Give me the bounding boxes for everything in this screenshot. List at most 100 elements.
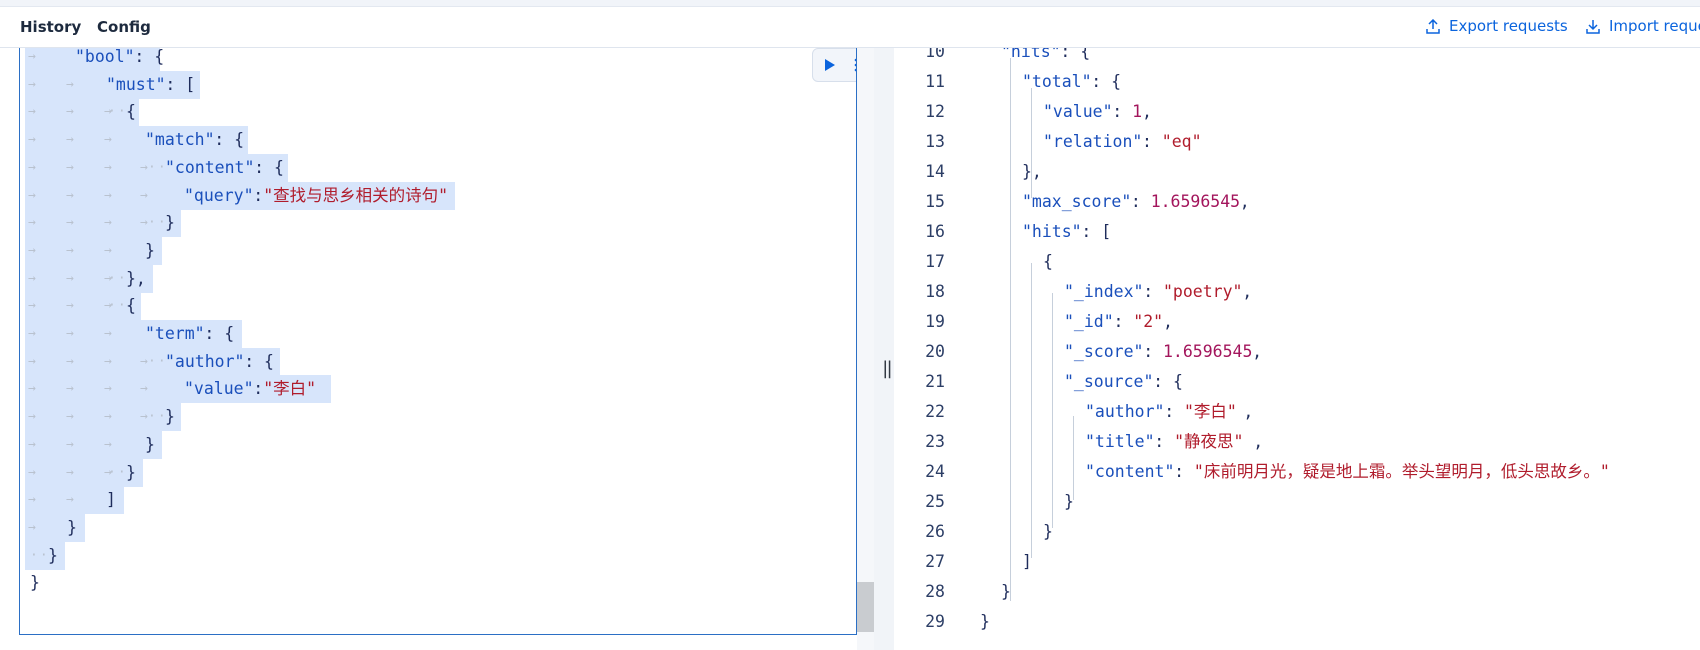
response-token: "author" <box>1085 402 1165 421</box>
response-token: : [ <box>1081 222 1112 241</box>
tab-indent-marker: → <box>28 436 36 452</box>
line-number: 29 <box>925 612 945 631</box>
tab-indent-marker: → <box>28 215 36 231</box>
response-token: { <box>1043 252 1053 271</box>
indent-guide <box>1031 263 1032 558</box>
line-number: 28 <box>925 582 945 601</box>
tab-indent-marker: → <box>66 492 74 508</box>
response-token: : { <box>1091 72 1122 91</box>
response-token: "max_score" <box>1022 192 1132 211</box>
tab-history[interactable]: History <box>20 18 81 36</box>
line-number: 15 <box>925 192 945 211</box>
response-code-line: 28} <box>894 577 1700 607</box>
line-number: 25 <box>925 492 945 511</box>
line-number: 18 <box>925 282 945 301</box>
tab-indent-marker: → <box>104 132 112 148</box>
line-number: 27 <box>925 552 945 571</box>
import-requests-button[interactable]: Import reque <box>1586 17 1700 35</box>
response-code-line: 17 { <box>894 247 1700 277</box>
response-token: : <box>1143 342 1164 361</box>
response-pane: 10 "hits": {11 "total": {12 "value": 1, 13 "r… <box>894 48 1700 650</box>
line-number: 26 <box>925 522 945 541</box>
upload-icon <box>1426 18 1440 34</box>
pane-divider[interactable] <box>874 48 894 650</box>
response-code-line: 15 "max_score": 1.6596545, <box>894 187 1700 217</box>
response-token: : <box>1174 462 1194 481</box>
response-code-line: 13 "relation": "eq" <box>894 127 1700 157</box>
tab-indent-marker: → <box>140 187 148 203</box>
response-token: , <box>1253 432 1264 451</box>
tab-indent-marker: → <box>66 215 74 231</box>
request-code-line: → → → → "query": "查找与思乡相关的诗句" <box>20 181 856 211</box>
response-token: "床前明月光，疑是地上霜。举头望明月，低头思故乡。" <box>1193 462 1610 481</box>
tab-indent-marker: → <box>140 409 148 425</box>
request-code-line: → → → "match": { <box>20 125 856 155</box>
code-token: : [ <box>165 74 196 94</box>
tab-indent-marker: → <box>140 215 148 231</box>
response-code-line: 21 "_source": { <box>894 367 1700 397</box>
tab-indent-marker: → <box>140 159 148 175</box>
export-requests-button[interactable]: Export requests <box>1426 17 1568 35</box>
response-token: 1 <box>1132 102 1143 121</box>
request-code-line: →} <box>20 513 856 543</box>
tab-indent-marker: → <box>28 381 36 397</box>
code-token: { <box>126 102 136 122</box>
line-number: 11 <box>925 72 945 91</box>
tab-indent-marker: → <box>104 353 112 369</box>
line-number: 21 <box>925 372 945 391</box>
response-token: : <box>1143 282 1164 301</box>
request-code-line: → → → ··{ <box>20 97 856 127</box>
space-indent-marker: ·· <box>108 104 128 120</box>
tab-indent-marker: → <box>28 464 36 480</box>
tab-indent-marker: → <box>140 353 148 369</box>
request-code-line: ··} <box>20 541 856 571</box>
request-code-line: → → → → ·· "author": { <box>20 347 856 377</box>
response-token: "total" <box>1022 72 1092 91</box>
tab-indent-marker: → <box>28 132 36 148</box>
response-token: , <box>1252 342 1263 361</box>
tab-indent-marker: → <box>28 519 36 535</box>
response-token: "_index" <box>1064 282 1144 301</box>
response-token: : <box>1142 132 1162 151</box>
line-number: 14 <box>925 162 945 181</box>
code-token: : { <box>244 351 274 371</box>
code-token: "content" <box>165 157 255 177</box>
response-token: , <box>1239 192 1250 211</box>
code-token: } <box>165 213 175 233</box>
response-token: "relation" <box>1043 132 1143 151</box>
response-code-line: 12 "value": 1, <box>894 97 1700 127</box>
code-token: } <box>165 407 175 427</box>
response-code-line: 27] <box>894 547 1700 577</box>
response-token: "2" <box>1133 312 1164 331</box>
tab-config[interactable]: Config <box>97 18 151 36</box>
response-token: "value" <box>1043 102 1113 121</box>
tab-indent-marker: → <box>104 381 112 397</box>
indent-guide <box>1052 293 1053 528</box>
editor-scrollbar-track[interactable] <box>857 48 874 650</box>
tab-indent-marker: → <box>28 104 36 120</box>
request-editor[interactable]: → "bool": {→ → "must": [→ → → ··{→ → → "match": {… <box>19 48 857 635</box>
editor-scrollbar-thumb[interactable] <box>857 582 874 632</box>
response-code-line: 22 "author": "李白", <box>894 397 1700 427</box>
response-code-line: 20 "_score": 1.6596545, <box>894 337 1700 367</box>
tab-indent-marker: → <box>28 187 36 203</box>
code-token: ] <box>106 490 116 510</box>
request-code-line: → → → → "value": "李白" <box>20 374 856 404</box>
request-code-line: → → → ··} <box>20 458 856 488</box>
tab-indent-marker: → <box>28 242 36 258</box>
request-code-line: → → "must": [ <box>20 70 856 100</box>
tab-indent-marker: → <box>140 381 148 397</box>
indent-guide <box>1073 416 1074 500</box>
resize-handle-icon[interactable]: ‖ <box>882 358 893 379</box>
indent-guide <box>1010 58 1011 601</box>
response-token: "_source" <box>1064 372 1154 391</box>
tab-indent-marker: → <box>66 353 74 369</box>
tab-indent-marker: → <box>66 381 74 397</box>
response-code-line: 10 "hits": { <box>894 48 1700 67</box>
response-token: : <box>1154 432 1175 451</box>
line-number: 12 <box>925 102 945 121</box>
response-token: , <box>1242 282 1253 301</box>
response-code-line: 24 "content": "床前明月光，疑是地上霜。举头望明月，低头思故乡。" <box>894 457 1700 487</box>
tab-indent-marker: → <box>104 187 112 203</box>
tab-indent-marker: → <box>104 159 112 175</box>
